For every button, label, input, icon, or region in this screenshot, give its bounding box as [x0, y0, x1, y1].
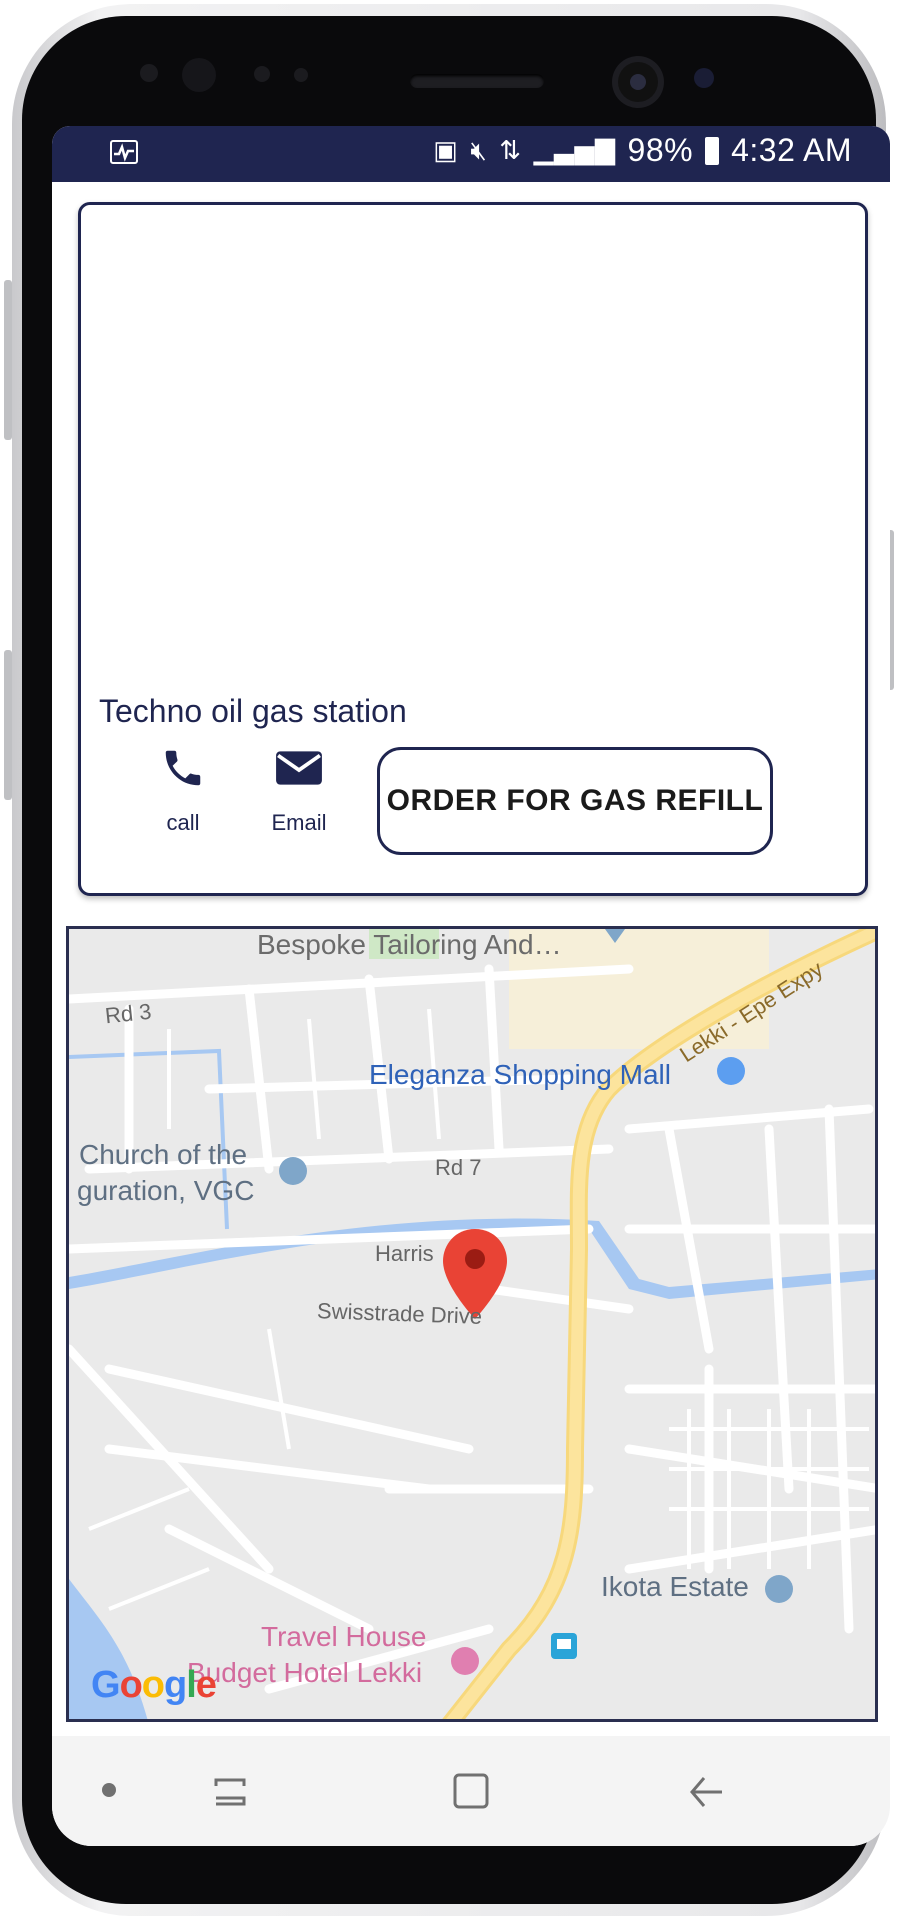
- iris-scanner: [694, 68, 714, 88]
- map-label-eleganza: Eleganza Shopping Mall: [369, 1059, 671, 1090]
- map-label-harris: Harris: [375, 1241, 434, 1266]
- front-camera: [618, 62, 658, 102]
- station-card: Techno oil gas station call Email ORDER …: [78, 202, 868, 896]
- back-icon[interactable]: [686, 1772, 726, 1812]
- map-label-travel-1: Travel House: [261, 1621, 427, 1652]
- sensor-dot: [140, 64, 158, 82]
- envelope-icon: [276, 751, 322, 785]
- phone-bezel: ▣ 🔇︎ ⇅ ▁▃▅▇ 98% 4:32 AM Techno oil gas s…: [22, 16, 890, 1904]
- map-label-church-2: guration, VGC: [77, 1175, 255, 1206]
- station-name: Techno oil gas station: [99, 693, 407, 729]
- map-view[interactable]: Bespoke Tailoring And… Rd 3 Lekki - Epe …: [66, 926, 878, 1722]
- status-right: ▣ 🔇︎ ⇅ ▁▃▅▇ 98% 4:32 AM: [433, 132, 852, 169]
- clock: 4:32 AM: [731, 132, 852, 168]
- bixby-button: [4, 650, 12, 800]
- map-label-church-1: Church of the: [79, 1139, 248, 1170]
- status-bar: ▣ 🔇︎ ⇅ ▁▃▅▇ 98% 4:32 AM: [52, 126, 890, 182]
- sensor-dot: [294, 68, 308, 82]
- call-label: call: [166, 810, 200, 835]
- volume-button: [4, 280, 12, 440]
- order-gas-refill-button[interactable]: ORDER FOR GAS REFILL: [377, 747, 773, 855]
- battery-icon: [705, 136, 720, 165]
- sensor-dot: [182, 58, 216, 92]
- nav-dot-indicator[interactable]: [102, 1783, 116, 1797]
- map-label-travel-2: Budget Hotel Lekki: [187, 1657, 423, 1688]
- map-label-ikota: Ikota Estate: [601, 1571, 749, 1602]
- map-label-rd3: Rd 3: [103, 998, 153, 1029]
- email-label: Email: [271, 810, 327, 835]
- google-logo: Google: [91, 1664, 217, 1706]
- battery-percent: 98%: [627, 132, 694, 168]
- map-label-bespoke: Bespoke Tailoring And…: [257, 929, 562, 960]
- activity-icon: [110, 140, 138, 164]
- call-button[interactable]: call: [141, 745, 225, 836]
- sensor-dot: [254, 66, 270, 82]
- email-button[interactable]: Email: [249, 745, 349, 836]
- battery-saver-icon: ▣: [433, 135, 459, 165]
- signal-icon: ▁▃▅▇: [533, 135, 616, 165]
- phone-screen: ▣ 🔇︎ ⇅ ▁▃▅▇ 98% 4:32 AM Techno oil gas s…: [52, 126, 890, 1846]
- map-label-rd7: Rd 7: [435, 1155, 482, 1180]
- data-transfer-icon: ⇅: [499, 135, 522, 165]
- mute-icon: 🔇︎: [470, 134, 488, 165]
- phone-icon: [165, 750, 201, 786]
- earpiece-speaker: [410, 74, 544, 88]
- home-icon[interactable]: [450, 1770, 492, 1812]
- recent-apps-icon[interactable]: [210, 1772, 250, 1812]
- navigation-bar: [52, 1736, 890, 1846]
